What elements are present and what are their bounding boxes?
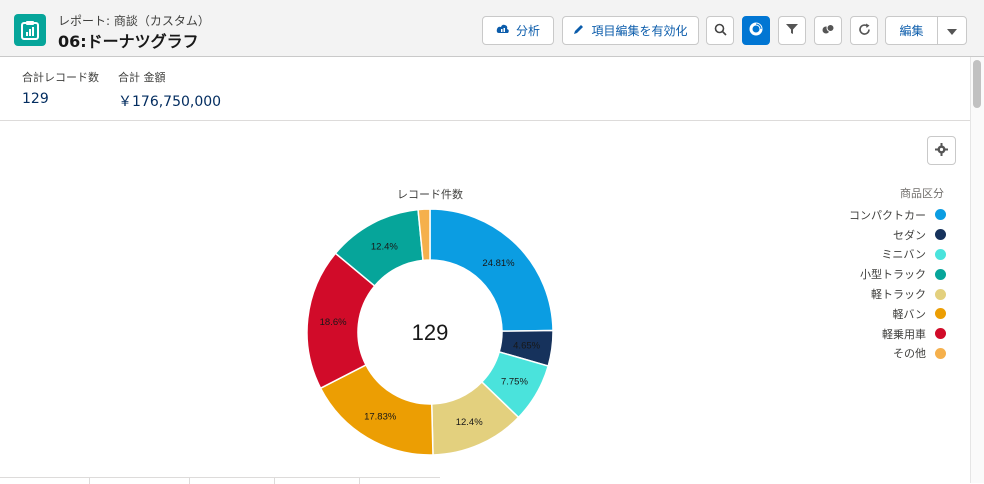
legend-label: その他: [893, 347, 926, 361]
total-amount-value: ￥176,750,000: [118, 94, 222, 110]
legend-swatch: [935, 248, 946, 260]
donut-chart-icon: [749, 22, 763, 39]
slice-label: 7.75%: [501, 376, 528, 387]
donut-center-total: 129: [412, 320, 449, 345]
slice-label: 24.81%: [482, 258, 515, 269]
legend-label: セダン: [893, 228, 926, 242]
table-header-strip: [0, 477, 440, 484]
total-amount-label: 合計 金額: [118, 71, 166, 84]
analyze-button-label: 分析: [515, 24, 540, 38]
enable-field-editing-button[interactable]: 項目編集を有効化: [562, 16, 699, 45]
donut-chart: 24.81% 4.65% 7.75% 12.4% 17.83% 18.6% 12.4% 129: [306, 208, 554, 456]
subscribe-button[interactable]: [814, 16, 842, 45]
slice-label: 4.65%: [513, 341, 540, 352]
gear-icon: [935, 141, 948, 160]
legend-item[interactable]: コンパクトカー: [790, 205, 950, 225]
legend-swatch: [935, 288, 946, 300]
refresh-icon: [858, 23, 871, 39]
legend-item[interactable]: その他: [790, 344, 950, 364]
legend-label: 軽バン: [892, 307, 926, 321]
slice-label: 12.4%: [371, 241, 398, 252]
legend-swatch: [935, 209, 946, 221]
slice-label: 12.4%: [456, 417, 483, 428]
chart-legend: コンパクトカーセダンミニバン小型トラック軽トラック軽バン軽乗用車その他: [790, 205, 950, 363]
vertical-scrollbar[interactable]: [970, 57, 984, 483]
total-records-label: 合計レコード数: [22, 71, 99, 84]
subscribe-icon: [822, 23, 835, 38]
page-title: 06:ドーナツグラフ: [58, 32, 199, 51]
legend-item[interactable]: 軽バン: [790, 304, 950, 324]
legend-label: コンパクトカー: [849, 208, 926, 222]
total-records-value: 129: [22, 91, 49, 107]
legend-label: 小型トラック: [860, 268, 926, 282]
pencil-icon: [573, 23, 585, 38]
filter-icon: [786, 23, 798, 38]
slice-label: 17.83%: [364, 411, 397, 422]
analyze-button[interactable]: 分析: [482, 16, 554, 45]
search-button[interactable]: [706, 16, 734, 45]
edit-button[interactable]: 編集: [885, 16, 938, 45]
refresh-button[interactable]: [850, 16, 878, 45]
search-icon: [714, 23, 727, 39]
legend-swatch: [935, 328, 946, 340]
legend-label: 軽乗用車: [882, 327, 926, 341]
legend-title: 商品区分: [900, 187, 944, 200]
legend-swatch: [935, 347, 946, 359]
donut-slice[interactable]: [429, 208, 554, 332]
legend-swatch: [935, 308, 946, 320]
legend-item[interactable]: セダン: [790, 225, 950, 245]
legend-item[interactable]: 小型トラック: [790, 264, 950, 284]
report-summary: 合計レコード数 129 合計 金額 ￥176,750,000: [0, 57, 970, 121]
legend-label: ミニバン: [881, 248, 926, 262]
chart-toggle-button[interactable]: [742, 16, 770, 45]
slice-label: 18.6%: [320, 317, 347, 328]
report-header: レポート: 商談（カスタム） 06:ドーナツグラフ 分析 項目編集を有効化 編集: [0, 0, 984, 57]
filter-button[interactable]: [778, 16, 806, 45]
legend-swatch: [935, 268, 946, 280]
chart-settings-button[interactable]: [927, 136, 956, 165]
legend-label: 軽トラック: [871, 288, 926, 302]
more-actions-dropdown[interactable]: [937, 16, 967, 45]
analytics-icon: [496, 23, 510, 38]
enable-field-editing-label: 項目編集を有効化: [591, 24, 688, 38]
edit-button-label: 編集: [899, 24, 924, 38]
chevron-down-icon: [947, 24, 957, 38]
legend-item[interactable]: ミニバン: [790, 245, 950, 265]
legend-item[interactable]: 軽トラック: [790, 284, 950, 304]
scrollbar-thumb[interactable]: [973, 60, 981, 108]
report-type-subtitle: レポート: 商談（カスタム）: [58, 14, 210, 28]
report-app-icon: [14, 14, 46, 46]
legend-swatch: [935, 229, 946, 241]
legend-item[interactable]: 軽乗用車: [790, 324, 950, 344]
